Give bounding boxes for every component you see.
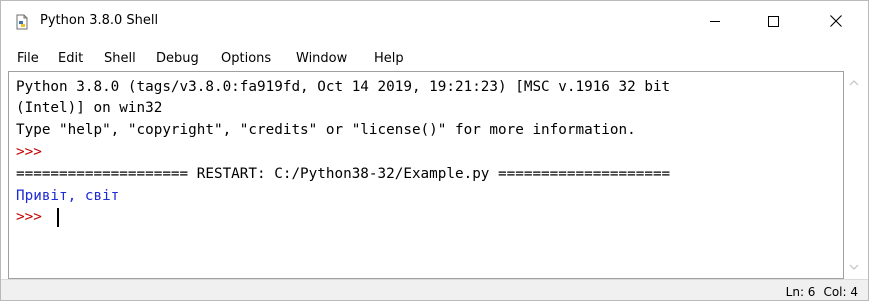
menu-window[interactable]: Window <box>296 50 347 68</box>
minimize-button[interactable] <box>692 1 738 41</box>
menu-edit[interactable]: Edit <box>58 50 83 68</box>
maximize-button[interactable] <box>750 1 796 41</box>
close-icon <box>830 15 842 27</box>
scroll-up-arrow-icon <box>849 80 859 86</box>
menu-file[interactable]: File <box>17 50 39 68</box>
menu-bar: File Edit Shell Debug Options Window Hel… <box>1 41 868 71</box>
shell-text-area[interactable]: Python 3.8.0 (tags/v3.8.0:fa919fd, Oct 1… <box>8 71 844 279</box>
restart-banner: ==================== RESTART: C:/Python3… <box>16 166 671 182</box>
window-title: Python 3.8.0 Shell <box>40 13 159 28</box>
status-bar: Ln: 6 Col: 4 <box>1 279 868 300</box>
shell-line: (Intel)] on win32 <box>16 100 163 116</box>
shell-prompt: >>> <box>16 144 42 160</box>
shell-prompt-active: >>> <box>16 209 51 225</box>
vertical-scrollbar[interactable] <box>844 71 864 279</box>
menu-debug[interactable]: Debug <box>156 50 199 68</box>
scroll-up-button[interactable] <box>844 73 864 93</box>
line-number: Ln: 6 <box>785 285 816 299</box>
column-number: Col: 4 <box>823 285 858 299</box>
menu-options[interactable]: Options <box>221 50 271 68</box>
maximize-icon <box>768 16 779 27</box>
idle-shell-window: Python 3.8.0 Shell File Edit Shell Debug… <box>0 0 869 301</box>
scroll-down-button[interactable] <box>844 257 864 277</box>
title-bar[interactable]: Python 3.8.0 Shell <box>1 1 868 41</box>
program-output: Привіт, світ <box>16 188 120 204</box>
python-file-icon <box>14 14 30 30</box>
menu-help[interactable]: Help <box>374 50 404 68</box>
menu-shell[interactable]: Shell <box>104 50 136 68</box>
shell-line: Python 3.8.0 (tags/v3.8.0:fa919fd, Oct 1… <box>16 79 671 95</box>
minimize-icon <box>710 21 720 22</box>
text-cursor <box>57 208 59 227</box>
scroll-down-arrow-icon <box>849 264 859 270</box>
close-button[interactable] <box>813 1 859 41</box>
cursor-position: Ln: 6 Col: 4 <box>778 285 858 299</box>
shell-line: Type "help", "copyright", "credits" or "… <box>16 122 636 138</box>
